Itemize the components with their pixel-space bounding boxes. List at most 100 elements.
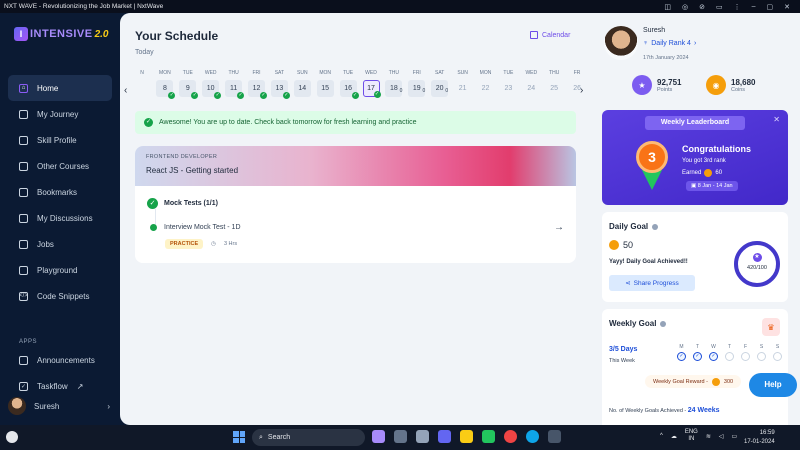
schedule-day[interactable]: TUE 16 ✓ xyxy=(338,69,359,99)
schedule-day-date: 10 ✓ xyxy=(202,80,222,99)
menu-icon[interactable]: ⋮ xyxy=(734,3,741,11)
sidebar-item-jobs[interactable]: Jobs xyxy=(8,231,112,257)
sidebar-nav: ⌂ Home My Journey Skill Profile Other Cou… xyxy=(8,75,112,309)
sidebar-item-label: My Discussions xyxy=(37,213,93,223)
schedule-day[interactable]: MON 8 ✓ xyxy=(155,69,176,99)
profile-avatar[interactable] xyxy=(604,26,638,60)
playground-icon xyxy=(19,265,28,275)
daily-goal-message: Yayy! Daily Goal Achieved!! xyxy=(609,259,688,265)
schedule-day[interactable]: TUE 9 ✓ xyxy=(178,69,199,99)
mock-test-item[interactable]: Interview Mock Test - 1D xyxy=(150,224,241,231)
schedule-day[interactable]: FRI 12 ✓ xyxy=(247,69,267,99)
schedule-day[interactable]: THU 18 0 xyxy=(384,69,404,97)
taskbar-search[interactable]: ⌕ Search xyxy=(252,429,365,446)
calendar-link[interactable]: Calendar xyxy=(530,31,570,39)
schedule-day-date-text: 17 xyxy=(367,85,375,92)
info-icon[interactable] xyxy=(660,320,667,327)
start-icon[interactable] xyxy=(233,431,245,443)
apps-section-label: APPS xyxy=(19,339,38,345)
info-icon[interactable] xyxy=(652,223,659,230)
sidebar-item-home[interactable]: ⌂ Home xyxy=(8,75,112,101)
schedule-day-date-text: 24 xyxy=(527,85,536,92)
clock-date: 17-01-2024 xyxy=(744,439,775,445)
points-label: Points xyxy=(657,86,673,93)
close-icon[interactable]: ✕ xyxy=(784,3,790,11)
camera-off-icon[interactable]: ⊘ xyxy=(699,3,705,11)
excel-icon[interactable] xyxy=(482,430,495,443)
daily-rank-label: Daily Rank 4 xyxy=(651,40,691,47)
file-explorer-icon[interactable] xyxy=(460,430,473,443)
weekly-day: W ✓ xyxy=(707,344,720,361)
check-square-icon: ✓ xyxy=(19,381,28,391)
schedule-day[interactable]: TUE 23 xyxy=(498,69,518,97)
arrow-right-icon[interactable]: → xyxy=(554,222,564,233)
copilot-icon[interactable] xyxy=(372,430,385,443)
sidebar-user[interactable]: Suresh › xyxy=(8,396,114,416)
chrome-icon[interactable] xyxy=(504,430,517,443)
sidebar-user-name: Suresh xyxy=(34,401,60,411)
cloud-icon[interactable]: ☁ xyxy=(671,433,677,440)
logo-text: INTENSIVE xyxy=(30,28,93,40)
settings-icon[interactable] xyxy=(416,430,429,443)
volume-icon[interactable]: ◁ xyxy=(719,433,724,440)
close-icon[interactable]: ✕ xyxy=(773,115,780,124)
schedule-day[interactable]: WED 24 xyxy=(521,69,541,97)
weekly-day: S xyxy=(771,344,784,361)
cast-icon[interactable]: ▭ xyxy=(716,3,723,11)
external-link-icon: ↗ xyxy=(76,381,84,391)
schedule-day[interactable]: THU 11 ✓ xyxy=(224,69,245,99)
chevron-left-icon[interactable]: ‹ xyxy=(124,85,127,96)
schedule-day[interactable]: FRI 19 0 xyxy=(407,69,427,97)
schedule-day[interactable]: MON 22 xyxy=(476,69,496,97)
schedule-day[interactable]: SUN 21 xyxy=(453,69,473,97)
leaderboard-title: Weekly Leaderboard xyxy=(645,116,745,130)
sidebar-item-code-snippets[interactable]: </> Code Snippets xyxy=(8,283,112,309)
share-progress-button[interactable]: ⋖ Share Progress xyxy=(609,275,695,291)
trophy-icon: ♛ xyxy=(762,318,780,336)
sidebar-item-label: My Journey xyxy=(37,109,79,119)
sidebar-item-my-journey[interactable]: My Journey xyxy=(8,101,112,127)
sidebar-item-skill-profile[interactable]: Skill Profile xyxy=(8,127,112,153)
clock-icon: ◷ xyxy=(211,241,216,247)
sound-icon[interactable]: ◎ xyxy=(682,3,688,11)
logo[interactable]: I INTENSIVE 2.0 xyxy=(14,27,108,41)
daily-rank-link[interactable]: ♆ Daily Rank 4 › xyxy=(643,40,696,47)
sidebar-item-other-courses[interactable]: Other Courses xyxy=(8,153,112,179)
extensions-icon[interactable]: ◫ xyxy=(664,3,671,11)
schedule-day[interactable]: SAT 20 0 xyxy=(430,69,450,97)
schedule-day[interactable]: N xyxy=(132,69,152,78)
schedule-day-date: 17 ✓ xyxy=(362,80,381,98)
sidebar-item-bookmarks[interactable]: Bookmarks xyxy=(8,179,112,205)
leaderboard-date-range: ▣ 8 Jan - 14 Jan xyxy=(686,181,738,191)
schedule-day[interactable]: MON 15 xyxy=(315,69,335,97)
schedule-day[interactable]: THU 25 xyxy=(544,69,564,97)
schedule-day[interactable]: WED 17 ✓ xyxy=(361,69,381,98)
sidebar-item-playground[interactable]: Playground xyxy=(8,257,112,283)
language-indicator[interactable]: ENG IN xyxy=(685,429,698,443)
chevron-up-icon[interactable]: ^ xyxy=(660,433,663,439)
browser-window-icon[interactable] xyxy=(548,430,561,443)
weather-icon[interactable] xyxy=(6,431,18,443)
sidebar-item-my-discussions[interactable]: My Discussions xyxy=(8,205,112,231)
taskbar-clock[interactable]: 16:59 17-01-2024 xyxy=(744,429,775,447)
battery-icon[interactable]: ▭ xyxy=(732,433,738,440)
schedule-day[interactable]: SUN 14 xyxy=(292,69,312,97)
schedule-day-date: 12 ✓ xyxy=(248,80,267,99)
help-button[interactable]: Help xyxy=(749,373,797,397)
schedule-day[interactable]: FR 26 xyxy=(567,69,587,97)
skill-profile-icon xyxy=(19,135,28,145)
minimize-icon[interactable]: – xyxy=(752,3,756,10)
teams-icon[interactable] xyxy=(438,430,451,443)
edge-icon[interactable] xyxy=(526,430,539,443)
schedule-day[interactable]: WED 10 ✓ xyxy=(201,69,222,99)
empty-circle-icon xyxy=(741,352,750,361)
wifi-icon[interactable]: ≋ xyxy=(706,433,711,440)
avatar xyxy=(8,397,26,415)
task-view-icon[interactable] xyxy=(394,430,407,443)
schedule-day-date: 24 xyxy=(523,80,540,97)
schedule-day[interactable]: SAT 13 ✓ xyxy=(269,69,290,99)
maximize-icon[interactable]: ▢ xyxy=(767,3,774,11)
schedule-day-date-text: 15 xyxy=(321,85,330,92)
schedule-day-name: THU xyxy=(228,70,239,76)
sidebar-item-announcements[interactable]: Announcements xyxy=(8,347,112,373)
